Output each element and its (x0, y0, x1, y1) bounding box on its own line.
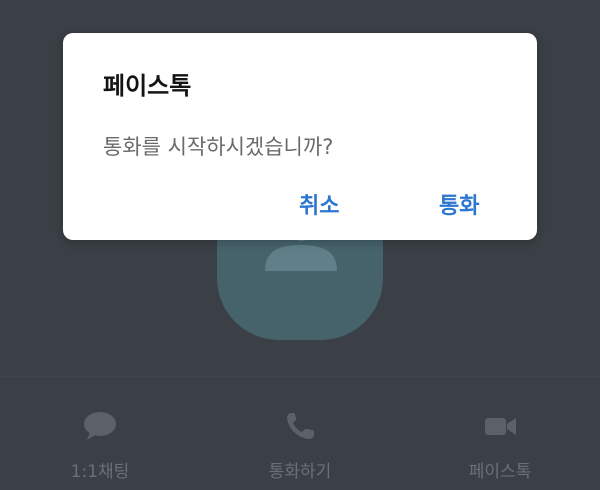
phone-icon (287, 413, 314, 439)
bottom-action-bar: 1:1채팅 통화하기 페이스톡 (0, 377, 600, 490)
dialog-message: 통화를 시작하시겠습니까? (103, 135, 334, 159)
cancel-button[interactable]: 취소 (299, 188, 339, 220)
video-camera-icon (485, 418, 516, 435)
nav-item-facetalk[interactable]: 페이스톡 (400, 377, 600, 490)
nav-label-facetalk: 페이스톡 (468, 462, 532, 482)
call-button[interactable]: 통화 (439, 188, 479, 220)
chat-bubble-icon (84, 412, 116, 440)
nav-item-chat[interactable]: 1:1채팅 (0, 377, 200, 490)
dialog-title: 페이스톡 (103, 72, 192, 100)
nav-label-chat: 1:1채팅 (70, 462, 130, 482)
nav-item-call[interactable]: 통화하기 (200, 377, 400, 490)
nav-label-call: 통화하기 (268, 462, 332, 482)
call-confirm-dialog: 페이스톡 통화를 시작하시겠습니까? 취소 통화 (63, 33, 537, 240)
